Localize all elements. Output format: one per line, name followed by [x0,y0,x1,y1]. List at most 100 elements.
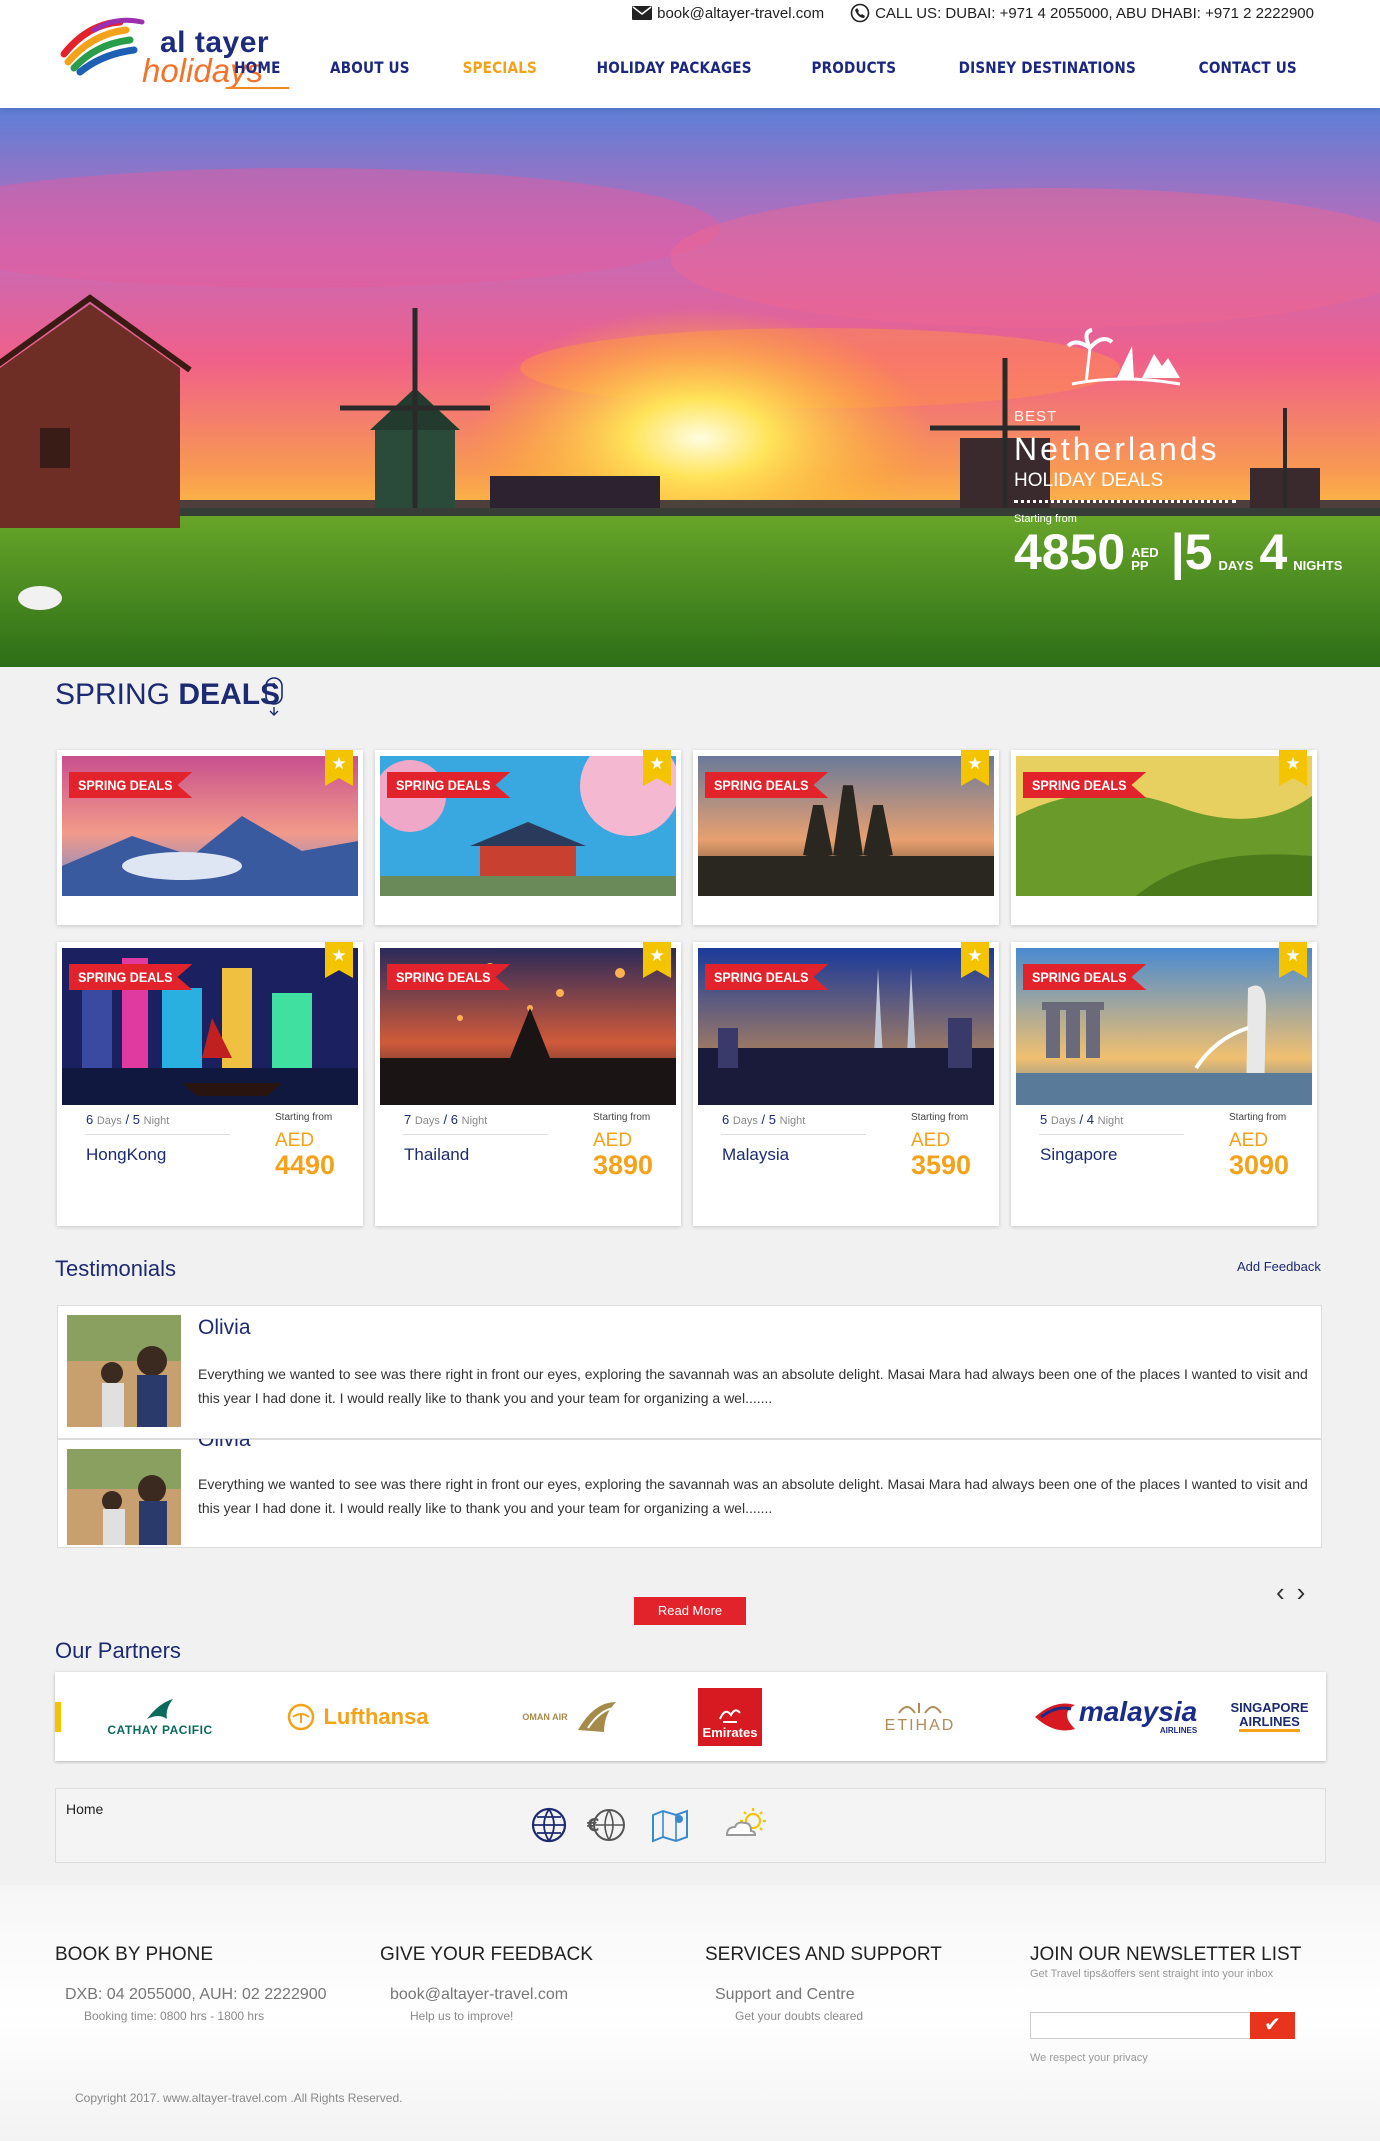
read-more-button[interactable]: Read More [634,1597,746,1625]
deal-place: HongKong [86,1145,167,1164]
partner-lufthansa[interactable]: Lufthansa [273,1672,443,1761]
svg-text:€: € [587,1815,600,1836]
deal-duration: 6 Days / 5 Night [86,1112,170,1127]
testimonial-photo [67,1315,181,1427]
deal-price: 3090 [1229,1150,1290,1180]
currency-globe-icon[interactable]: € [587,1805,627,1845]
email-text: book@altayer-travel.com [657,4,825,22]
deal-place: Malaysia [722,1145,790,1164]
spring-deals-badge: SPRING DEALS [705,964,829,990]
duration-divider [403,1134,548,1135]
nav-specials[interactable]: SPECIALS [454,56,545,89]
map-location-icon[interactable] [650,1805,690,1845]
footer-book-by-phone: BOOK BY PHONE DXB: 04 2055000, AUH: 02 2… [55,1944,327,2023]
chevron-right-icon[interactable]: › [1297,1577,1306,1608]
testimonial-name: Olivia [198,1316,251,1339]
deal-duration: 6 Days / 5 Night [722,1112,806,1127]
testimonial-photo [67,1449,181,1545]
duration-divider [721,1134,866,1135]
utility-bar: Home € [55,1788,1326,1863]
hero-nights-label: NIGHTS [1293,558,1343,574]
footer-newsletter: JOIN OUR NEWSLETTER LIST Get Travel tips… [1030,1944,1330,2064]
lufthansa-crane-icon [288,1703,315,1730]
testimonial-card-back: Olivia Everything we wanted to see was t… [57,1428,1322,1548]
footer-feedback-email[interactable]: book@altayer-travel.com [390,1986,593,2004]
deal-card-korea[interactable]: SPRING DEALS ★ [375,750,681,925]
hero-price-unit: AED PP [1131,544,1159,574]
hero-days: |5 [1170,524,1213,580]
email-contact[interactable]: book@altayer-travel.com [632,5,824,22]
partner-singapore-airlines[interactable]: SINGAPORE AIRLINES [1217,1672,1322,1761]
deal-currency: AED [911,1130,951,1151]
deal-price: 4490 [275,1150,336,1180]
phone-text: CALL US: DUBAI: +971 4 2055000, ABU DHAB… [875,4,1314,22]
tropical-island-icon [1066,328,1181,386]
newsletter-submit-check-icon[interactable]: ✔ [1250,2012,1295,2039]
newsletter-subtitle: Get Travel tips&offers sent straight int… [1030,1968,1274,1980]
deal-currency: AED [275,1130,315,1151]
nav-about-us[interactable]: ABOUT US [322,56,419,89]
footer-give-feedback: GIVE YOUR FEEDBACK book@altayer-travel.c… [380,1944,593,2023]
deal-currency: AED [1229,1130,1269,1151]
footer-services-support: SERVICES AND SUPPORT Support and Centre … [705,1944,942,2023]
deal-card-hongkong[interactable]: SPRING DEALS ★ 6 Days / 5 Night HongKong… [57,942,363,1226]
deal-card-thailand[interactable]: SPRING DEALS ★ 7 Days / 6 Night Thailand… [375,942,681,1226]
partners-carousel[interactable]: CATHAY PACIFIC Lufthansa OMAN AIR Emirat… [55,1672,1326,1761]
partner-etihad[interactable]: ETIHAD [855,1672,985,1761]
hero-nights: 4 [1259,524,1288,580]
globe-icon[interactable] [529,1805,569,1845]
deal-starting-label: Starting from [911,1112,969,1123]
hero-days-label: DAYS [1218,558,1254,574]
deal-price: 3590 [911,1150,972,1180]
footer-col-title: GIVE YOUR FEEDBACK [380,1944,593,1965]
testimonial-text: Everything we wanted to see was there ri… [198,1476,1308,1516]
etihad-arabic-wordmark-icon [898,1702,942,1714]
logo-mark-icon [60,17,145,76]
partial-logo-edge [55,1702,61,1732]
breadcrumb-home[interactable]: Home [66,1801,103,1817]
footer-col-title: BOOK BY PHONE [55,1944,214,1965]
spring-deals-badge: SPRING DEALS [387,964,511,990]
hero-deals-label: HOLIDAY DEALS [1014,470,1164,491]
deal-currency: AED [593,1130,633,1151]
contact-bar: book@altayer-travel.com CALL US: DUBAI: … [632,3,1314,23]
partner-emirates[interactable]: Emirates [695,1672,765,1761]
deal-place: Singapore [1040,1145,1118,1164]
spring-deals-badge: SPRING DEALS [387,772,511,798]
nav-contact-us[interactable]: CONTACT US [1191,56,1306,89]
add-feedback-link[interactable]: Add Feedback [1237,1259,1321,1274]
main-nav: HOME ABOUT US SPECIALS HOLIDAY PACKAGES … [220,56,1316,89]
chevron-left-icon[interactable]: ‹ [1276,1577,1285,1608]
deal-starting-label: Starting from [275,1112,333,1123]
partner-cathay-pacific[interactable]: CATHAY PACIFIC [95,1672,225,1761]
testimonial-text: Everything we wanted to see was there ri… [198,1366,1308,1406]
footer-col-title: JOIN OUR NEWSLETTER LIST [1030,1944,1302,1965]
nav-products[interactable]: PRODUCTS [803,56,905,89]
deal-starting-label: Starting from [593,1112,651,1123]
nav-home[interactable]: HOME [225,56,289,89]
deal-card-angkor[interactable]: SPRING DEALS ★ [693,750,999,925]
site-header: al tayer holidays book@altayer-travel.co… [0,0,1380,108]
footer-booking-time: Booking time: 0800 hrs - 1800 hrs [84,2009,265,2023]
weather-sun-cloud-icon[interactable] [721,1805,771,1845]
hero-deal-overlay: BEST Netherlands HOLIDAY DEALS Starting … [1014,328,1374,580]
deal-card-bromo[interactable]: SPRING DEALS ★ [57,750,363,925]
deal-card-rice-terraces[interactable]: SPRING DEALS ★ [1011,750,1317,925]
hero-banner[interactable]: BEST Netherlands HOLIDAY DEALS Starting … [0,108,1380,667]
newsletter-privacy-note: We respect your privacy [1030,2052,1148,2064]
footer-support-link[interactable]: Support and Centre [715,1986,942,2004]
deal-starting-label: Starting from [1229,1112,1287,1123]
deal-price: 3890 [593,1150,654,1180]
partners-title: Our Partners [55,1638,181,1663]
partner-malaysia-airlines[interactable]: malaysia AIRLINES [1020,1672,1210,1761]
footer-phone-numbers[interactable]: DXB: 04 2055000, AUH: 02 2222900 [65,1986,327,2004]
testimonial-card: Olivia Everything we wanted to see was t… [57,1305,1322,1439]
deal-card-singapore[interactable]: SPRING DEALS ★ 5 Days / 4 Night Singapor… [1011,942,1317,1226]
nav-disney-destinations[interactable]: DISNEY DESTINATIONS [950,56,1144,89]
partner-oman-air[interactable]: OMAN AIR [495,1672,645,1761]
deal-card-malaysia[interactable]: SPRING DEALS ★ 6 Days / 5 Night Malaysia… [693,942,999,1226]
phone-icon [850,3,870,23]
phone-contact[interactable]: CALL US: DUBAI: +971 4 2055000, ABU DHAB… [850,3,1314,23]
nav-holiday-packages[interactable]: HOLIDAY PACKAGES [588,56,760,89]
spring-deals-title: SPRING DEALS [55,678,281,711]
